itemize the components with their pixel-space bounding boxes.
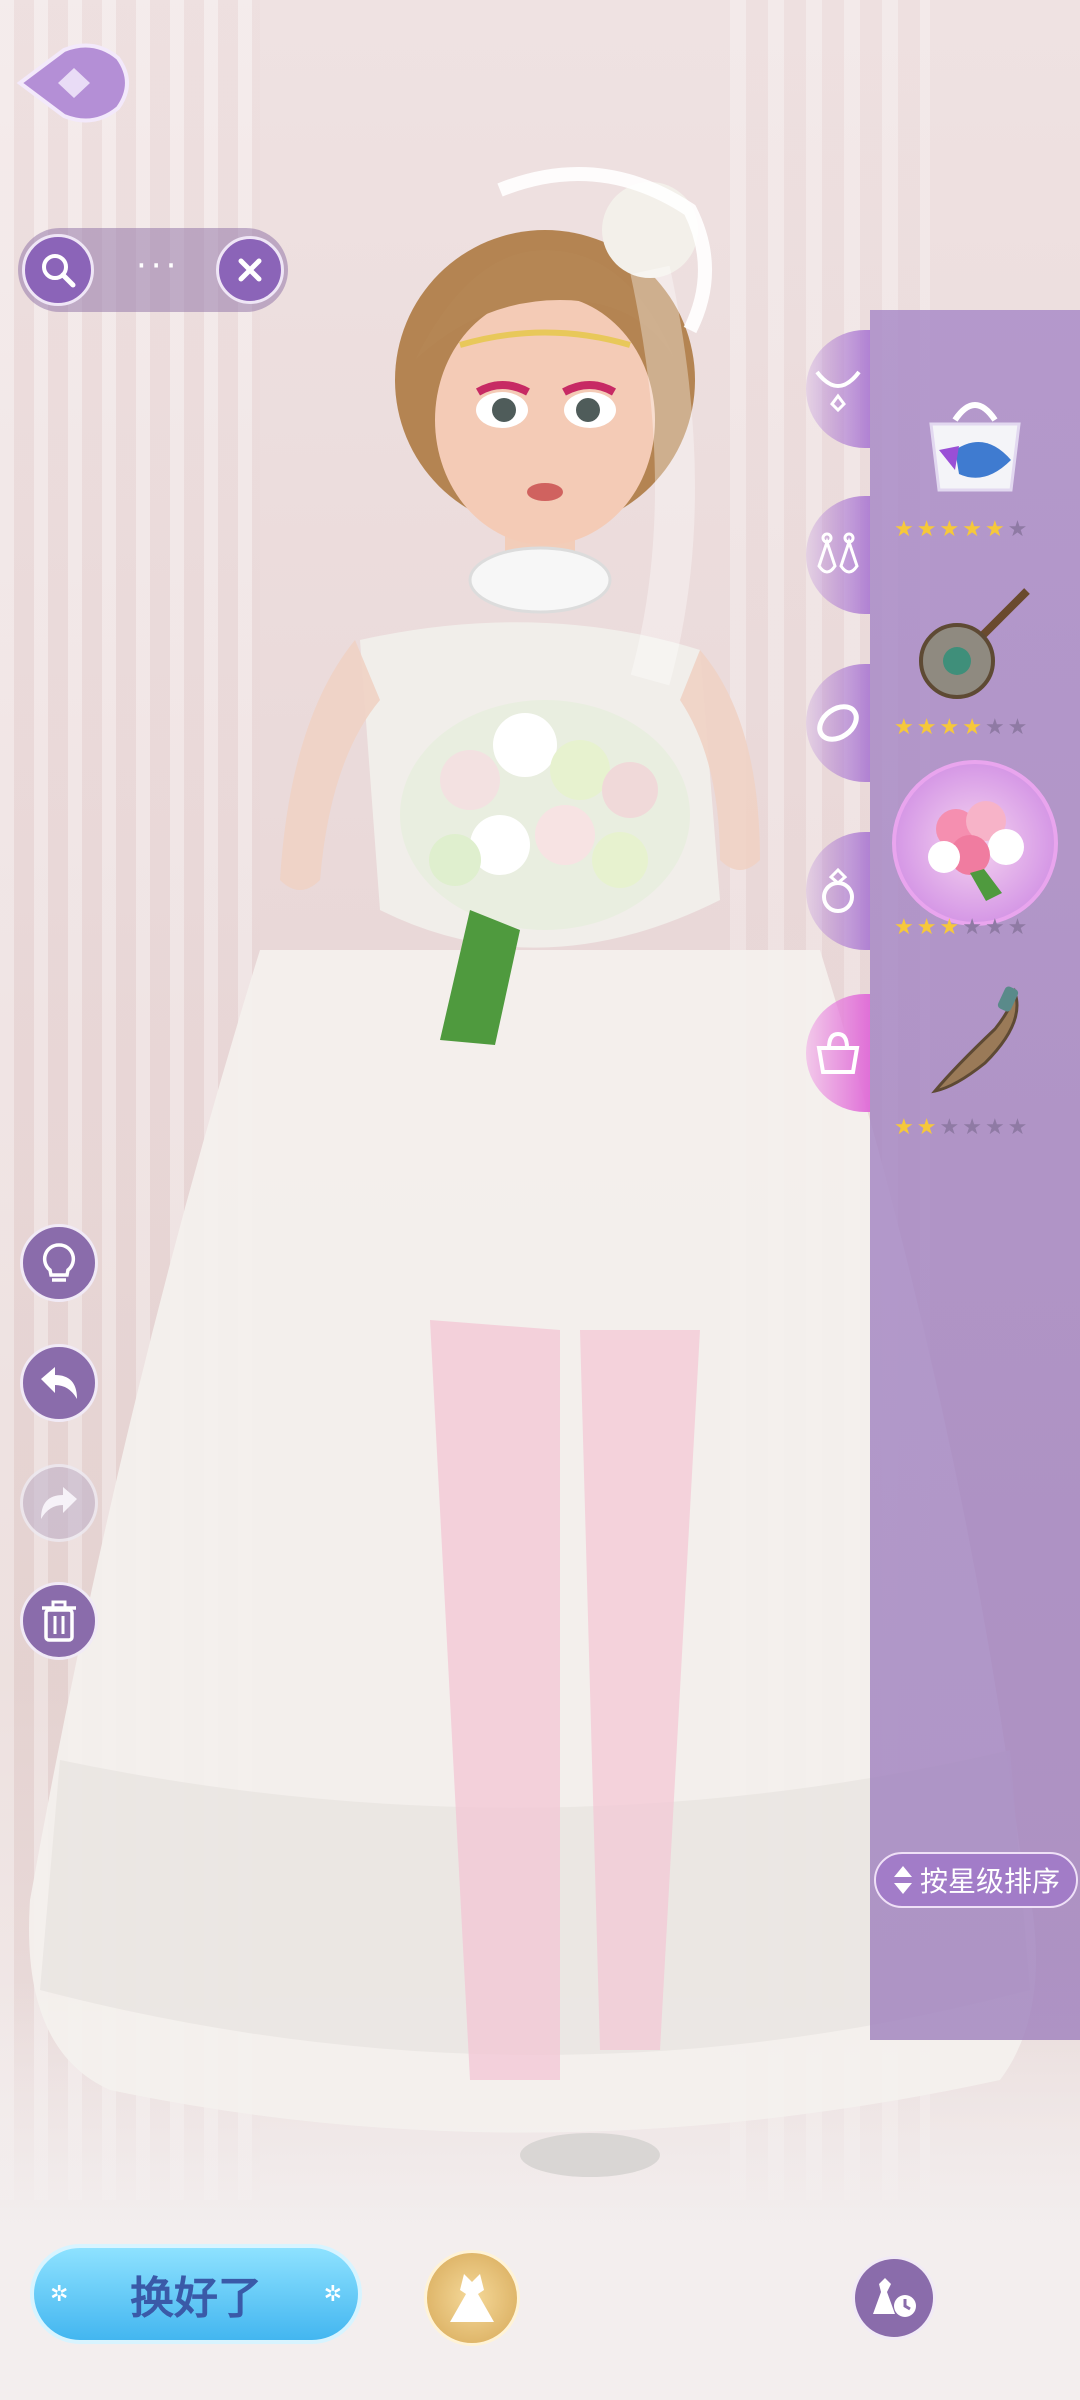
item-card-dagger[interactable]: ★ ★ ★ ★ ★ ★ bbox=[870, 978, 1080, 1158]
tab-earrings[interactable] bbox=[806, 496, 870, 614]
redo-icon bbox=[41, 1487, 77, 1519]
tab-handheld[interactable] bbox=[806, 994, 870, 1112]
redo-button[interactable] bbox=[20, 1464, 98, 1542]
item-card-handbag[interactable]: ★ ★ ★ ★ ★ ★ bbox=[870, 380, 1080, 560]
star-filled-icon: ★ bbox=[916, 517, 937, 542]
necklace-icon bbox=[815, 370, 861, 412]
sort-by-stars-button[interactable]: 按星级排序 bbox=[874, 1852, 1078, 1908]
star-filled-icon: ★ bbox=[894, 915, 914, 940]
dagger-item-image bbox=[910, 978, 1040, 1108]
category-tabs bbox=[806, 330, 870, 1130]
trash-icon bbox=[42, 1600, 76, 1642]
tab-bracelet[interactable] bbox=[806, 664, 870, 782]
item-card-lute[interactable]: ★ ★ ★ ★ ★ ★ bbox=[870, 578, 1080, 758]
back-button[interactable] bbox=[14, 38, 130, 128]
star-empty-icon: ★ bbox=[1007, 517, 1028, 542]
handbag-icon bbox=[816, 1031, 860, 1074]
sort-icon bbox=[893, 1866, 912, 1894]
star-filled-icon: ★ bbox=[939, 915, 960, 940]
search-bar[interactable]: ··· bbox=[18, 228, 288, 312]
done-button[interactable]: ✲ 换好了 ✲ bbox=[30, 2244, 362, 2344]
star-empty-icon: ★ bbox=[984, 915, 1005, 940]
search-placeholder-dots: ··· bbox=[136, 246, 181, 286]
star-empty-icon: ★ bbox=[962, 1115, 982, 1140]
star-filled-icon: ★ bbox=[939, 715, 960, 740]
star-filled-icon: ★ bbox=[939, 517, 960, 542]
history-button[interactable] bbox=[852, 2256, 936, 2340]
close-icon bbox=[238, 258, 262, 282]
bracelet-icon bbox=[817, 704, 859, 742]
ring-icon bbox=[822, 867, 854, 913]
star-filled-icon: ★ bbox=[894, 1115, 914, 1140]
earrings-icon bbox=[817, 532, 859, 574]
star-filled-icon: ★ bbox=[894, 715, 914, 740]
star-filled-icon: ★ bbox=[916, 1115, 937, 1140]
clear-search-button[interactable] bbox=[216, 236, 284, 304]
sort-label: 按星级排序 bbox=[919, 1865, 1060, 1898]
star-empty-icon: ★ bbox=[1007, 915, 1028, 940]
sparkle-icon: ✲ bbox=[50, 2282, 69, 2307]
rating-stars: ★ ★ ★ ★ ★ ★ bbox=[894, 518, 1027, 542]
item-panel bbox=[870, 310, 1080, 2040]
tab-necklace[interactable] bbox=[806, 330, 870, 448]
background-curtain-left bbox=[0, 0, 260, 2200]
tab-ring[interactable] bbox=[806, 832, 870, 950]
rating-stars: ★ ★ ★ ★ ★ ★ bbox=[894, 716, 1027, 740]
star-filled-icon: ★ bbox=[984, 517, 1005, 542]
delete-button[interactable] bbox=[20, 1582, 98, 1660]
search-button[interactable] bbox=[22, 234, 94, 306]
rating-stars: ★ ★ ★ ★ ★ ★ bbox=[894, 1116, 1027, 1140]
star-empty-icon: ★ bbox=[939, 1115, 960, 1140]
star-empty-icon: ★ bbox=[984, 1115, 1005, 1140]
lightbulb-icon bbox=[42, 1243, 76, 1282]
star-empty-icon: ★ bbox=[984, 715, 1005, 740]
handbag-item-image bbox=[910, 380, 1040, 510]
star-empty-icon: ★ bbox=[1007, 715, 1028, 740]
search-icon bbox=[42, 254, 76, 288]
undo-icon bbox=[41, 1367, 77, 1399]
dress-icon bbox=[450, 2274, 494, 2322]
star-empty-icon: ★ bbox=[962, 915, 982, 940]
star-filled-icon: ★ bbox=[962, 517, 982, 542]
undo-button[interactable] bbox=[20, 1344, 98, 1422]
sparkle-icon: ✲ bbox=[323, 2282, 342, 2307]
back-arrow-icon bbox=[16, 43, 129, 123]
item-card-bouquet[interactable]: ★ ★ ★ ★ ★ ★ bbox=[870, 760, 1080, 958]
hint-button[interactable] bbox=[20, 1224, 98, 1302]
star-filled-icon: ★ bbox=[916, 715, 937, 740]
star-filled-icon: ★ bbox=[916, 915, 937, 940]
done-label: 换好了 bbox=[130, 2273, 262, 2324]
bouquet-item-image bbox=[892, 760, 1058, 926]
star-empty-icon: ★ bbox=[1007, 1115, 1028, 1140]
outfit-history-icon bbox=[873, 2278, 916, 2317]
lute-item-image bbox=[910, 578, 1040, 708]
star-filled-icon: ★ bbox=[962, 715, 982, 740]
star-filled-icon: ★ bbox=[894, 517, 914, 542]
rating-stars: ★ ★ ★ ★ ★ ★ bbox=[894, 916, 1027, 940]
outfit-button[interactable] bbox=[424, 2250, 520, 2346]
